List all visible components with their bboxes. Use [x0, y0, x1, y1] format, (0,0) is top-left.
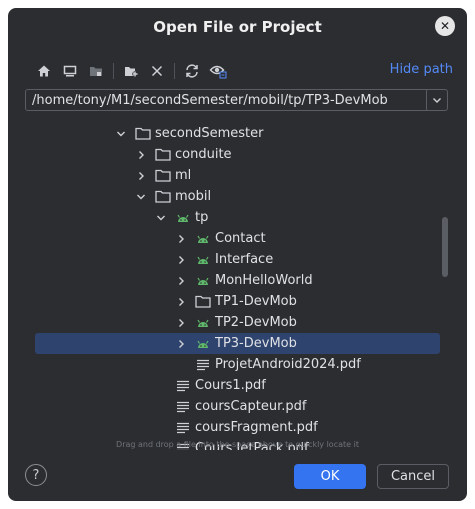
show-hidden-icon: [209, 65, 227, 79]
android-icon: [195, 274, 211, 288]
tree-row[interactable]: Interface: [35, 249, 440, 270]
android-icon: [195, 253, 211, 267]
tree-row[interactable]: Contact: [35, 228, 440, 249]
path-history-dropdown[interactable]: [426, 89, 448, 111]
tree-row-label: ml: [175, 168, 192, 183]
hide-path-link[interactable]: Hide path: [390, 62, 453, 77]
chevron-down-icon[interactable]: [115, 128, 127, 140]
new-folder-icon: [125, 67, 138, 77]
chevron-right-icon[interactable]: [175, 317, 187, 329]
tree-row-label: TP1-DevMob: [215, 294, 297, 309]
delete-icon: [151, 65, 163, 77]
close-icon: ✕: [439, 19, 451, 33]
file-icon: [175, 421, 191, 435]
android-icon: [195, 316, 211, 330]
tree-row-label: Interface: [215, 252, 274, 267]
tree-row[interactable]: TP1-DevMob: [35, 291, 440, 312]
toolbar-separator: [113, 63, 114, 79]
help-button[interactable]: ?: [25, 464, 47, 486]
title-bar: Open File or Project ✕: [8, 8, 467, 46]
refresh-button[interactable]: [181, 60, 203, 82]
project-folder-button[interactable]: [85, 60, 107, 82]
home-button[interactable]: [33, 60, 55, 82]
home-icon: [38, 65, 50, 77]
file-icon: [175, 400, 191, 414]
project-folder-icon: [90, 67, 102, 76]
tree-row[interactable]: conduite: [35, 144, 440, 165]
tree-row[interactable]: Cours1.pdf: [35, 375, 440, 396]
chevron-right-icon[interactable]: [175, 296, 187, 308]
delete-button[interactable]: [146, 60, 168, 82]
toolbar: Hide path: [33, 60, 453, 82]
tree-row[interactable]: tp: [35, 207, 440, 228]
desktop-icon: [63, 65, 77, 77]
tree-row[interactable]: TP3-DevMob: [35, 333, 440, 354]
android-icon: [195, 337, 211, 351]
cancel-button[interactable]: Cancel: [377, 464, 449, 489]
desktop-button[interactable]: [59, 60, 81, 82]
folder-icon: [155, 190, 171, 204]
chevron-right-icon[interactable]: [175, 275, 187, 287]
chevron-right-icon[interactable]: [175, 233, 187, 245]
drag-drop-hint: Drag and drop a file into the space abov…: [116, 440, 359, 449]
tree-row-label: Cours1.pdf: [195, 378, 266, 393]
tree-row[interactable]: TP2-DevMob: [35, 312, 440, 333]
tree-row-label: coursCapteur.pdf: [195, 399, 307, 414]
tree-row[interactable]: ml: [35, 165, 440, 186]
tree-row-label: mobil: [175, 189, 212, 204]
file-tree[interactable]: secondSemester conduite ml mobil tp Contact In…: [25, 113, 448, 450]
android-icon: [195, 232, 211, 246]
open-file-dialog: Open File or Project ✕ Hide path /home/t…: [8, 8, 467, 501]
android-icon: [175, 211, 191, 225]
chevron-right-icon[interactable]: [175, 338, 187, 350]
tree-row-label: conduite: [175, 147, 232, 162]
toolbar-separator: [174, 63, 175, 79]
tree-row[interactable]: secondSemester: [35, 123, 440, 144]
folder-icon: [195, 295, 211, 309]
path-input[interactable]: /home/tony/M1/secondSemester/mobil/tp/TP…: [25, 89, 427, 111]
tree-row-label: ProjetAndroid2024.pdf: [215, 357, 361, 372]
close-button[interactable]: ✕: [435, 16, 455, 36]
tree-row-label: Contact: [215, 231, 266, 246]
tree-row-label: coursFragment.pdf: [195, 420, 318, 435]
refresh-icon: [186, 64, 198, 78]
scrollbar-thumb[interactable]: [442, 217, 448, 277]
tree-row-label: tp: [195, 210, 209, 225]
tree-row[interactable]: coursFragment.pdf: [35, 417, 440, 438]
chevron-down-icon: [433, 98, 441, 103]
tree-row-label: TP3-DevMob: [215, 336, 297, 351]
tree-row[interactable]: coursCapteur.pdf: [35, 396, 440, 417]
chevron-right-icon[interactable]: [135, 170, 147, 182]
chevron-right-icon[interactable]: [135, 149, 147, 161]
chevron-right-icon[interactable]: [175, 254, 187, 266]
folder-icon: [155, 169, 171, 183]
tree-row-label: secondSemester: [155, 126, 264, 141]
file-icon: [175, 379, 191, 393]
show-hidden-button[interactable]: [207, 60, 229, 82]
dialog-title: Open File or Project: [153, 18, 322, 36]
tree-row[interactable]: mobil: [35, 186, 440, 207]
ok-button[interactable]: OK: [294, 464, 366, 489]
file-icon: [195, 358, 211, 372]
tree-row-label: MonHelloWorld: [215, 273, 313, 288]
folder-icon: [135, 127, 151, 141]
chevron-down-icon[interactable]: [135, 191, 147, 203]
folder-icon: [155, 148, 171, 162]
tree-row[interactable]: ProjetAndroid2024.pdf: [35, 354, 440, 375]
tree-row-label: TP2-DevMob: [215, 315, 297, 330]
chevron-down-icon[interactable]: [155, 212, 167, 224]
tree-row[interactable]: MonHelloWorld: [35, 270, 440, 291]
new-folder-button[interactable]: [120, 60, 142, 82]
